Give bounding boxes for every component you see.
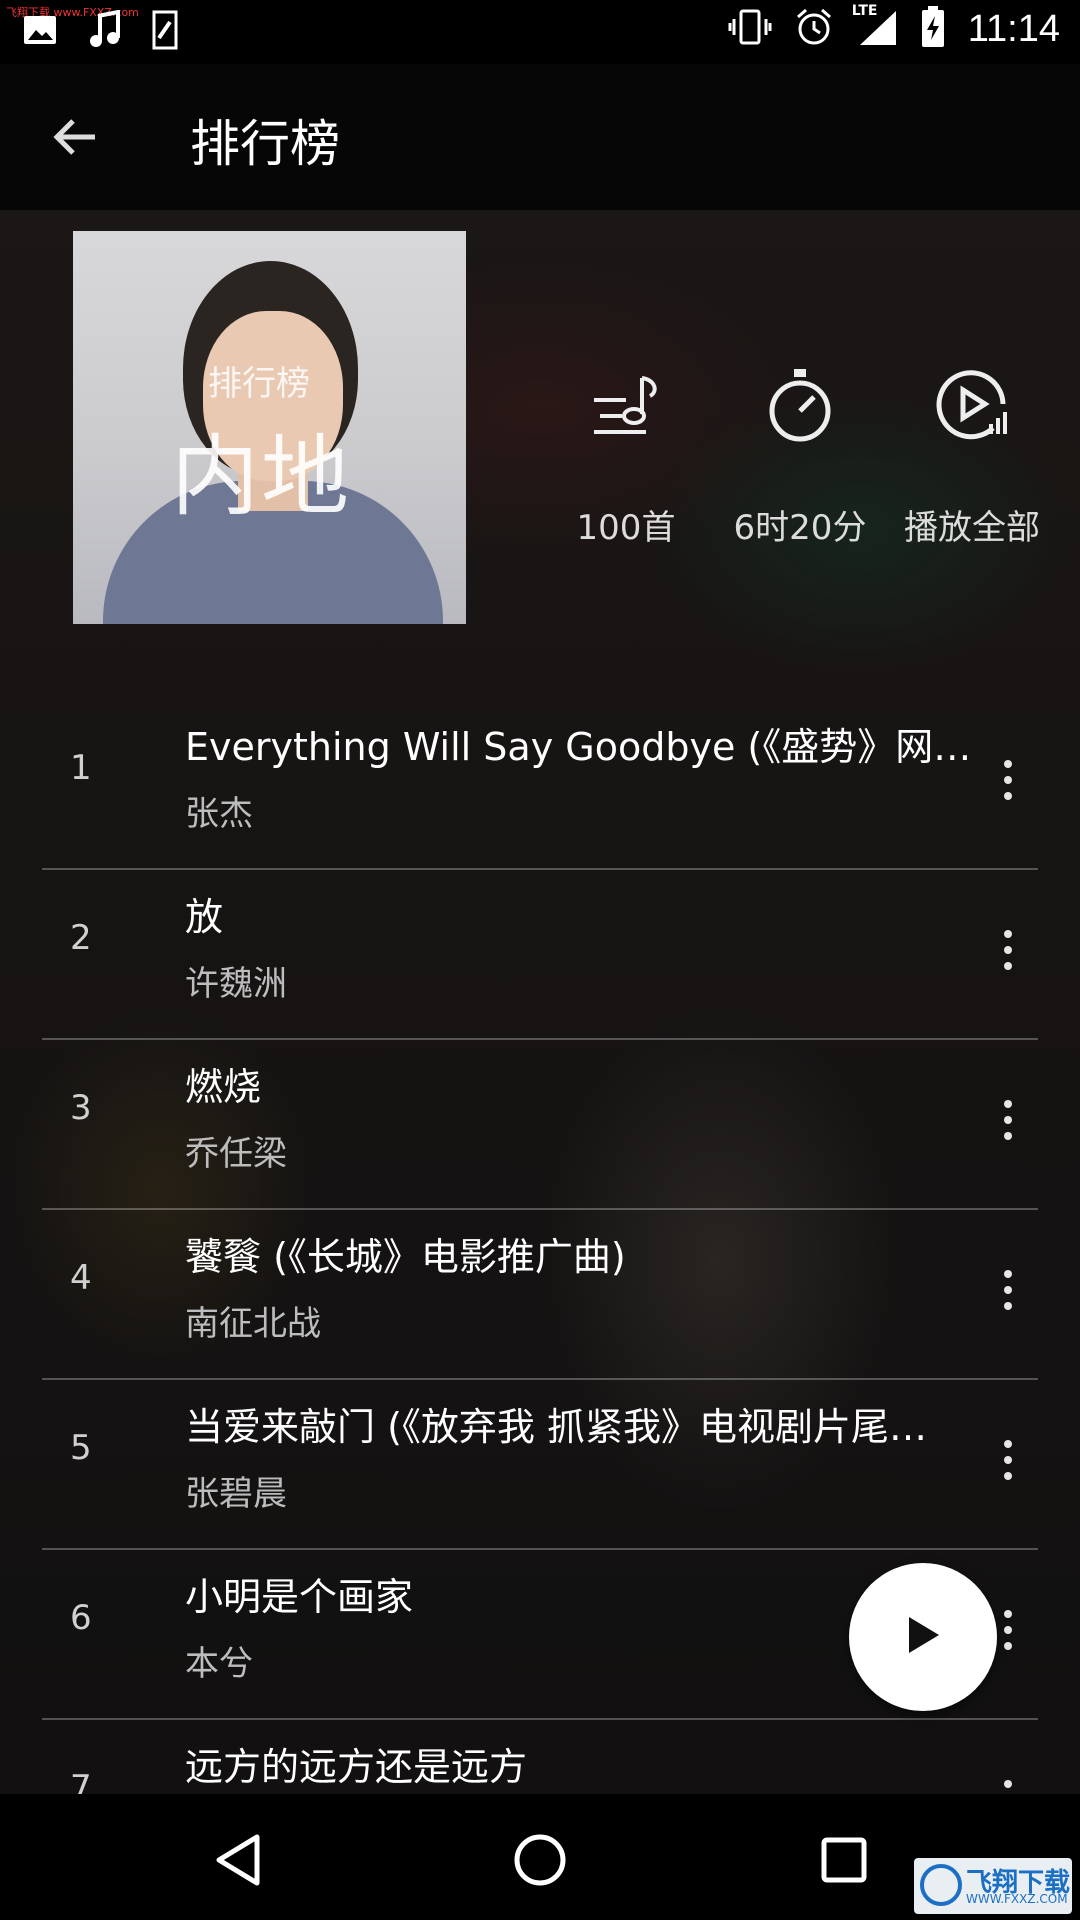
play-fab-button[interactable] [849,1563,997,1711]
song-title: Everything Will Say Goodbye (《盛势》网络… [185,725,1005,769]
song-count-label: 100首 [576,508,676,548]
duration-stat: 6时20分 [720,360,880,548]
song-list: 1 Everything Will Say Goodbye (《盛势》网络… 张… [42,700,1038,1888]
stopwatch-icon [720,360,880,450]
song-row[interactable]: 3 燃烧 乔任梁 [42,1040,1038,1210]
navigation-bar: 飞翔下载 WWW.FXXZ.COM [0,1794,1080,1920]
battery-charging-icon [920,6,946,52]
play-icon [903,1613,943,1661]
network-type-label: LTE [851,3,878,19]
song-row[interactable]: 1 Everything Will Say Goodbye (《盛势》网络… 张… [42,700,1038,870]
nav-back-button[interactable] [198,1822,278,1902]
song-title: 放 [185,895,224,939]
nav-recents-button[interactable] [804,1822,884,1902]
song-row[interactable]: 2 放 许魏洲 [42,870,1038,1040]
song-title: 燃烧 [185,1065,262,1109]
gallery-icon [22,12,58,52]
song-artist: 许魏洲 [185,964,287,1004]
song-rank: 5 [70,1428,92,1468]
watermark-logo-icon [920,1864,962,1906]
back-triangle-icon [213,1833,263,1891]
arrow-back-icon [51,113,99,165]
app-bar: 排行榜 [0,64,1080,210]
more-options-icon[interactable] [978,1420,1038,1500]
recents-square-icon [819,1835,869,1889]
song-artist: 张杰 [185,794,253,834]
song-rank: 1 [70,748,92,788]
alarm-icon [794,7,834,51]
song-row[interactable]: 4 饕餮 (《长城》电影推广曲) 南征北战 [42,1210,1038,1380]
song-title: 饕餮 (《长城》电影推广曲) [185,1235,626,1279]
nav-home-button[interactable] [500,1822,580,1902]
site-watermark: 飞翔下载 WWW.FXXZ.COM [914,1858,1072,1914]
song-title: 当爱来敲门 (《放弃我 抓紧我》电视剧片尾… [185,1405,927,1449]
song-artist: 乔任梁 [185,1134,287,1174]
chart-cover-art[interactable]: 排行榜 内地 [73,231,466,624]
clock: 11:14 [967,7,1060,50]
signal-icon: LTE [852,3,898,51]
play-all-button[interactable]: 播放全部 [892,360,1052,548]
song-list-icon [546,360,706,450]
cover-subtitle: 排行榜 [208,364,310,404]
more-options-icon[interactable] [978,910,1038,990]
song-artist: 本兮 [185,1644,253,1684]
play-all-label: 播放全部 [904,508,1040,548]
more-options-icon[interactable] [978,740,1038,820]
song-row[interactable]: 5 当爱来敲门 (《放弃我 抓紧我》电视剧片尾… 张碧晨 [42,1380,1038,1550]
duration-label: 6时20分 [733,508,867,548]
song-rank: 6 [70,1598,92,1638]
vibrate-icon [728,7,772,51]
home-circle-icon [512,1832,568,1892]
page-title: 排行榜 [190,115,340,173]
song-rank: 3 [70,1088,92,1128]
sd-card-icon [150,10,180,54]
back-button[interactable] [40,104,110,174]
watermark-subtext: WWW.FXXZ.COM [966,1892,1068,1906]
more-options-icon[interactable] [978,1250,1038,1330]
song-rank: 2 [70,918,92,958]
music-note-icon [86,9,122,54]
song-rank: 4 [70,1258,92,1298]
play-all-icon [892,360,1052,450]
song-artist: 南征北战 [185,1304,321,1344]
song-title: 远方的远方还是远方 [185,1745,528,1789]
cover-title: 内地 [171,425,352,528]
song-artist: 张碧晨 [185,1474,287,1514]
status-bar: 飞翔下载 www.FXXZ.com LTE 11:14 [0,0,1080,64]
more-options-icon[interactable] [978,1080,1038,1160]
song-count-stat: 100首 [546,360,706,548]
